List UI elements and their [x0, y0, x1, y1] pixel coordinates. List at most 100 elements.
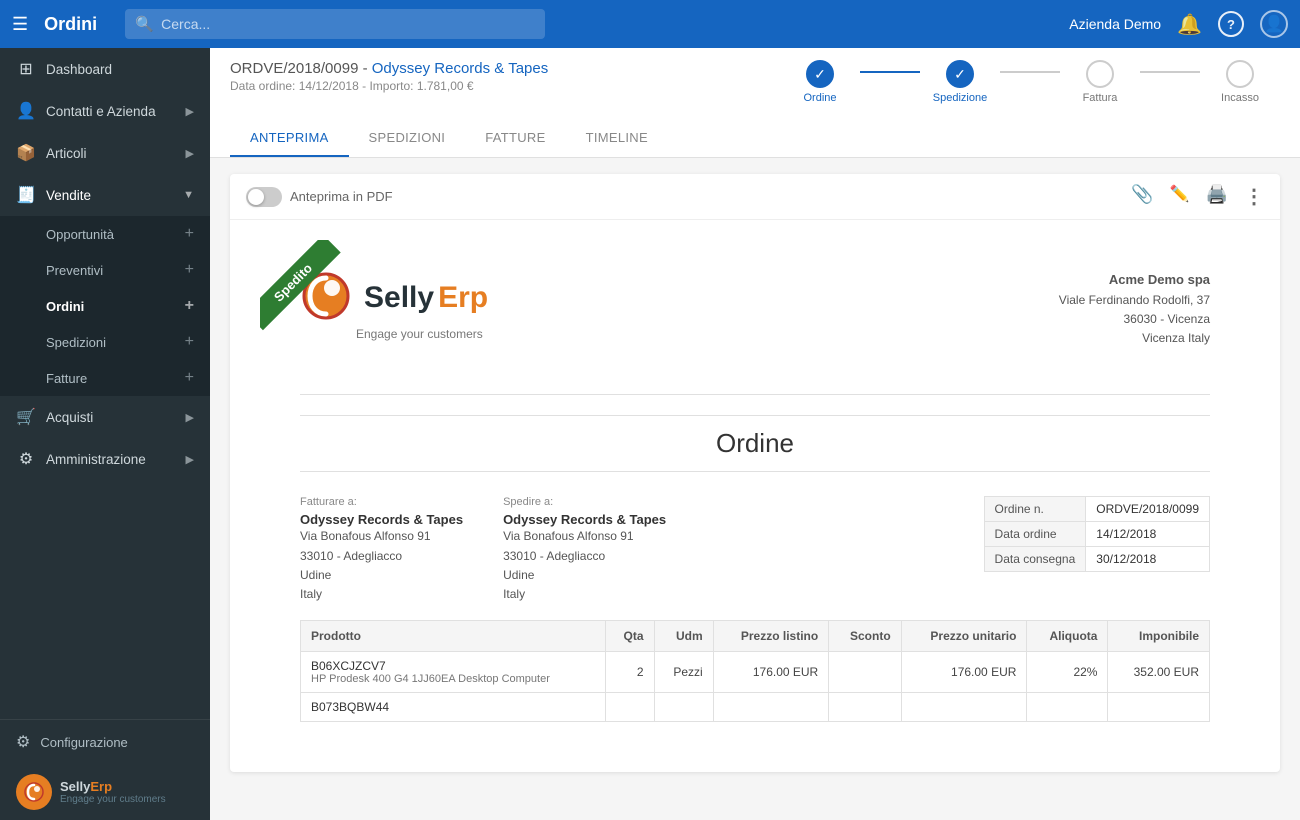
ship-to-country: Italy [503, 585, 666, 604]
step-incasso-circle [1226, 60, 1254, 88]
sidebar-item-amministrazione[interactable]: ⚙ Amministrazione ▶ [0, 438, 210, 480]
logo-svg [23, 781, 45, 803]
document-address-section: Fatturare a: Odyssey Records & Tapes Via… [300, 496, 1210, 604]
subitem-label: Opportunità [46, 227, 114, 242]
product-cell: B06XCJZCV7 HP Prodesk 400 G4 1JJ60EA Des… [301, 652, 606, 693]
menu-icon[interactable]: ☰ [12, 14, 28, 35]
col-taxable: Imponibile [1108, 621, 1210, 652]
delivery-date-label: Data consegna [984, 547, 1086, 572]
step-fattura: Fattura [1060, 60, 1140, 104]
sidebar-subitem-fatture[interactable]: Fatture + [0, 360, 210, 396]
bill-to-label: Fatturare a: [300, 496, 463, 508]
subitem-label: Ordini [46, 299, 84, 314]
list-price-cell: 176.00 EUR [713, 652, 829, 693]
order-header: ORDVE/2018/0099 - Odyssey Records & Tape… [210, 48, 1300, 158]
tab-fatture[interactable]: FATTURE [465, 120, 565, 157]
ship-to-label: Spedire a: [503, 496, 666, 508]
udm-cell [654, 693, 713, 722]
tab-spedizioni[interactable]: SPEDIZIONI [349, 120, 466, 157]
step-spedizione-label: Spedizione [933, 92, 987, 104]
sidebar-subitem-ordini[interactable]: Ordini + [0, 288, 210, 324]
tab-content: Anteprima in PDF 📎 ✏️ 🖨️ ⋮ [210, 158, 1300, 820]
add-spedizioni-icon[interactable]: + [185, 333, 194, 351]
order-meta: Data ordine: 14/12/2018 - Importo: 1.781… [230, 79, 548, 93]
attach-icon[interactable]: 📎 [1131, 184, 1153, 209]
col-product: Prodotto [301, 621, 606, 652]
acquisti-icon: 🛒 [16, 407, 36, 427]
subitem-label: Fatture [46, 371, 87, 386]
table-row: B073BQBW44 [301, 693, 1210, 722]
pdf-toggle-wrap: Anteprima in PDF [246, 187, 393, 207]
sidebar-item-dashboard[interactable]: ⊞ Dashboard [0, 48, 210, 90]
sidebar-subitem-preventivi[interactable]: Preventivi + [0, 252, 210, 288]
taxable-cell [1108, 693, 1210, 722]
bill-to-address: Fatturare a: Odyssey Records & Tapes Via… [300, 496, 463, 604]
edit-icon[interactable]: ✏️ [1170, 184, 1190, 209]
col-qty: Qta [606, 621, 654, 652]
sidebar-subitem-opportunita[interactable]: Opportunità + [0, 216, 210, 252]
order-date-row: Data ordine 14/12/2018 [984, 522, 1209, 547]
list-price-cell [713, 693, 829, 722]
bill-to-region: Udine [300, 566, 463, 585]
chevron-right-icon: ▶ [186, 411, 194, 424]
pdf-toggle[interactable] [246, 187, 282, 207]
ship-to-address-line: Via Bonafous Alfonso 91 [503, 527, 666, 546]
sidebar-config[interactable]: ⚙ Configurazione [0, 719, 210, 764]
document-company: Acme Demo spa Viale Ferdinando Rodolfi, … [1059, 270, 1210, 348]
topbar-right: Azienda Demo 🔔 ? 👤 [1069, 10, 1288, 38]
more-icon[interactable]: ⋮ [1244, 184, 1264, 209]
order-number-row: Ordine n. ORDVE/2018/0099 [984, 497, 1209, 522]
tab-timeline[interactable]: TIMELINE [566, 120, 668, 157]
document-title: Ordine [300, 415, 1210, 472]
order-customer-link[interactable]: Odyssey Records & Tapes [372, 60, 548, 77]
add-opportunita-icon[interactable]: + [185, 225, 194, 243]
step-ordine-circle: ✓ [806, 60, 834, 88]
order-id: ORDVE/2018/0099 [230, 60, 358, 77]
add-fatture-icon[interactable]: + [185, 369, 194, 387]
user-icon[interactable]: 👤 [1260, 10, 1288, 38]
qty-cell [606, 693, 654, 722]
sidebar-item-articoli[interactable]: 📦 Articoli ▶ [0, 132, 210, 174]
preview-toolbar: Anteprima in PDF 📎 ✏️ 🖨️ ⋮ [230, 174, 1280, 220]
add-ordini-icon[interactable]: + [185, 297, 194, 315]
pdf-toggle-label: Anteprima in PDF [290, 189, 393, 204]
bill-to-country: Italy [300, 585, 463, 604]
sidebar-item-acquisti[interactable]: 🛒 Acquisti ▶ [0, 396, 210, 438]
help-icon[interactable]: ? [1218, 11, 1244, 37]
order-title: ORDVE/2018/0099 - Odyssey Records & Tape… [230, 60, 548, 77]
col-udm: Udm [654, 621, 713, 652]
table-row: B06XCJZCV7 HP Prodesk 400 G4 1JJ60EA Des… [301, 652, 1210, 693]
print-icon[interactable]: 🖨️ [1206, 184, 1228, 209]
product-code: B06XCJZCV7 [311, 659, 595, 673]
step-incasso: Incasso [1200, 60, 1280, 104]
topbar: ☰ Ordini 🔍 Azienda Demo 🔔 ? 👤 [0, 0, 1300, 48]
step-spedizione: ✓ Spedizione [920, 60, 1000, 104]
sidebar-item-contatti[interactable]: 👤 Contatti e Azienda ▶ [0, 90, 210, 132]
search-input[interactable] [125, 9, 545, 39]
step-incasso-label: Incasso [1221, 92, 1259, 104]
ship-to-region: Udine [503, 566, 666, 585]
step-ordine: ✓ Ordine [780, 60, 860, 104]
tax-cell [1027, 693, 1108, 722]
preview-actions: 📎 ✏️ 🖨️ ⋮ [1131, 184, 1264, 209]
topbar-company: Azienda Demo [1069, 16, 1161, 32]
sidebar-item-label: Amministrazione [46, 452, 176, 467]
step-spedizione-circle: ✓ [946, 60, 974, 88]
sidebar-item-label: Articoli [46, 146, 176, 161]
discount-cell [829, 693, 901, 722]
order-date-value: 14/12/2018 [1086, 522, 1210, 547]
chevron-right-icon: ▶ [186, 147, 194, 160]
topbar-title: Ordini [44, 14, 97, 35]
unit-price-cell [901, 693, 1027, 722]
tab-anteprima[interactable]: ANTEPRIMA [230, 120, 349, 157]
bill-to-city: 33010 - Adegliacco [300, 547, 463, 566]
notification-icon[interactable]: 🔔 [1177, 12, 1202, 37]
taxable-cell: 352.00 EUR [1108, 652, 1210, 693]
config-icon: ⚙ [16, 732, 30, 752]
sidebar-item-vendite[interactable]: 🧾 Vendite ▼ [0, 174, 210, 216]
sidebar-subitem-spedizioni[interactable]: Spedizioni + [0, 324, 210, 360]
add-preventivi-icon[interactable]: + [185, 261, 194, 279]
logo-circle [16, 774, 52, 810]
toggle-knob [248, 189, 264, 205]
col-list-price: Prezzo listino [713, 621, 829, 652]
